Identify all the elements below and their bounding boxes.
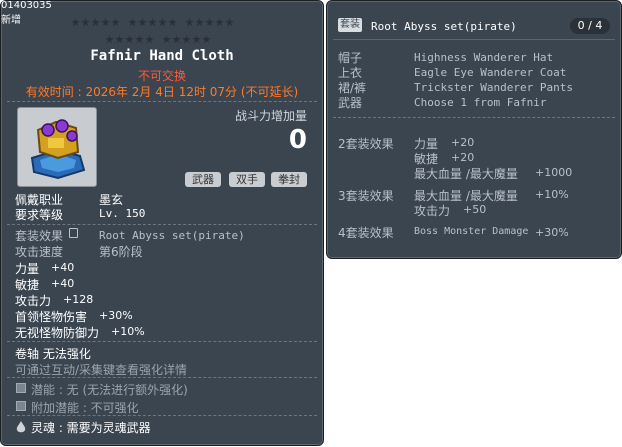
set-badge: 套装	[338, 18, 362, 32]
soul-icon	[16, 419, 26, 438]
bonus-potential-line: 附加潜能 : 不可强化	[31, 401, 139, 415]
effect-value: +10%	[535, 188, 569, 201]
lock-icon	[69, 228, 78, 238]
stat-label: 攻击力	[15, 294, 52, 308]
divider	[7, 101, 317, 102]
scroll-hint: 可通过互动/采集键查看强化详情	[15, 363, 188, 377]
divider	[7, 224, 317, 225]
potential-icon	[16, 383, 26, 393]
set-header-divider	[333, 39, 615, 40]
untradeable-label: 不可交换	[137, 69, 186, 83]
effect-value: +1000	[535, 166, 573, 179]
job-value: 墨玄	[99, 193, 124, 207]
divider	[7, 341, 317, 342]
effect-label: 攻击力	[414, 204, 451, 218]
hand-cloth-icon	[30, 119, 86, 180]
stat-value: +128	[63, 293, 94, 306]
chip-knuckle: 拳封	[271, 172, 307, 187]
piece-name: Eagle Eye Wanderer Coat	[414, 66, 567, 79]
level-label: 要求等级	[15, 208, 64, 222]
power-label: 战斗力增加量	[234, 109, 307, 123]
stat-value: +40	[51, 277, 75, 290]
set-divider	[333, 117, 615, 118]
piece-name: Highness Wanderer Hat	[414, 51, 554, 64]
item-tooltip: Fafnir Hand Cloth 不可交换 有效时间 : 2026年 2月 4…	[0, 0, 324, 446]
stat-label: 无视怪物防御力	[15, 326, 100, 340]
set-tooltip: 套装 Root Abyss set(pirate) 0 / 4 帽子 Highn…	[326, 0, 622, 259]
item-image	[17, 107, 97, 187]
piece-name: Trickster Wanderer Pants	[414, 81, 573, 94]
level-value: Lv. 150	[99, 207, 146, 220]
stat-value: +30%	[99, 309, 133, 322]
piece-slot: 武器	[338, 96, 363, 110]
stat-value: +40	[51, 261, 75, 274]
stat-label: 首领怪物伤害	[15, 310, 88, 324]
stat-label: 敏捷	[15, 278, 40, 292]
divider	[7, 415, 317, 416]
soul-line: 灵魂 : 需要为灵魂武器	[31, 421, 151, 435]
effect-value: +50	[463, 203, 487, 216]
divider	[7, 377, 317, 378]
effect-tier: 4套装效果	[338, 226, 394, 240]
new-label: 新增	[1, 15, 21, 26]
set-count-badge: 0 / 4	[570, 18, 610, 34]
item-id: 01403035	[1, 0, 52, 11]
effect-tier: 3套装效果	[338, 189, 394, 203]
stat-label: 力量	[15, 262, 40, 276]
power-value: 0	[288, 125, 307, 155]
effect-label: 最大血量 /最大魔量	[414, 167, 518, 181]
chip-two-handed: 双手	[229, 172, 265, 187]
set-label: 套装效果	[15, 229, 64, 243]
bonus-potential-icon	[16, 401, 26, 411]
expiry-label: 有效时间 : 2026年 2月 4日 12时 07分 (不可延长)	[25, 85, 299, 99]
effect-value: +30%	[535, 226, 569, 239]
set-title: Root Abyss set(pirate)	[371, 20, 517, 33]
stat-value: +10%	[111, 325, 145, 338]
effect-value: +20	[451, 136, 475, 149]
star-force-row-2	[105, 29, 212, 48]
speed-label: 攻击速度	[15, 245, 64, 259]
chip-weapon: 武器	[185, 172, 221, 187]
set-value: Root Abyss set(pirate)	[99, 229, 245, 242]
speed-value: 第6阶段	[99, 245, 143, 259]
effect-tier: 2套装效果	[338, 137, 394, 151]
effect-value: +20	[451, 151, 475, 164]
scroll-status: 卷轴 无法强化	[15, 347, 91, 361]
potential-line: 潜能 : 无 (无法进行额外强化)	[31, 383, 188, 397]
piece-name: Choose 1 from Fafnir	[414, 96, 547, 109]
effect-label: Boss Monster Damage	[414, 226, 529, 237]
item-name: Fafnir Hand Cloth	[90, 48, 234, 64]
